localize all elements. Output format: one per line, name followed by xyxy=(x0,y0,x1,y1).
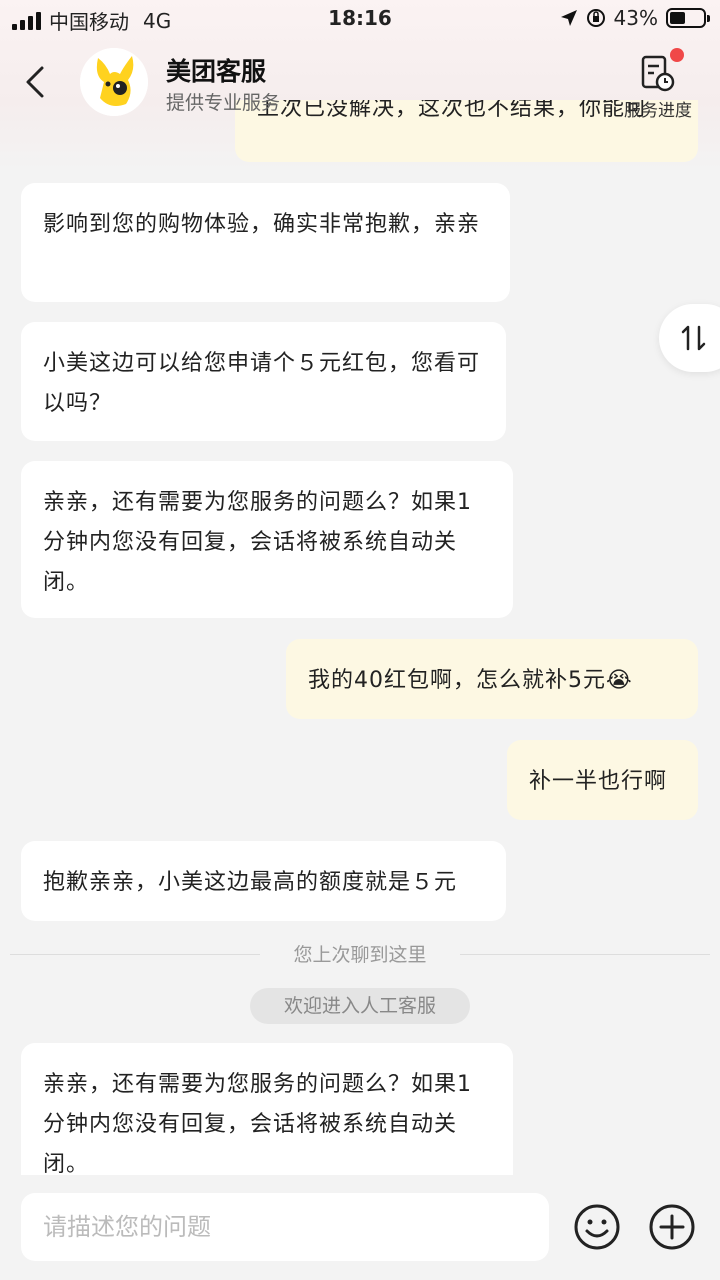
history-divider: 您上次聊到这里 xyxy=(10,940,710,970)
crying-emoji: 😭 xyxy=(606,668,633,693)
service-progress-button[interactable]: 服务进度 xyxy=(620,48,696,121)
notification-dot xyxy=(670,48,684,62)
chevron-left-icon xyxy=(26,66,44,98)
message-text: 抱歉亲亲，小美这边最高的额度就是５元 xyxy=(43,870,458,895)
page-title: 美团客服 xyxy=(166,57,267,86)
kangaroo-mascot-icon xyxy=(80,48,148,116)
page-subtitle: 提供专业服务 xyxy=(166,92,281,114)
message-agent: 抱歉亲亲，小美这边最高的额度就是５元 xyxy=(21,841,506,921)
orientation-lock-icon xyxy=(586,9,605,27)
back-button[interactable] xyxy=(18,60,58,104)
battery-icon xyxy=(666,8,710,28)
system-notice: 欢迎进入人工客服 xyxy=(250,988,470,1024)
message-text: 亲亲，还有需要为您服务的问题么？如果1分钟内您没有回复，会话将被系统自动关闭。 xyxy=(43,490,472,595)
emoji-button[interactable] xyxy=(573,1203,621,1251)
nav-header: 美团客服 提供专业服务 服务进度 xyxy=(0,40,720,130)
add-button[interactable] xyxy=(648,1203,696,1251)
message-text: 亲亲，还有需要为您服务的问题么？如果1分钟内您没有回复，会话将被系统自动关闭。 xyxy=(43,1072,472,1175)
input-bar xyxy=(0,1175,720,1280)
question-input[interactable] xyxy=(21,1193,549,1261)
service-progress-label: 服务进度 xyxy=(624,101,692,121)
up-down-arrows-icon xyxy=(681,325,706,351)
status-bar: 中国移动 4G 18:16 43% xyxy=(0,0,720,38)
message-text: 我的40红包啊，怎么就补5元 xyxy=(308,668,606,693)
message-agent: 影响到您的购物体验，确实非常抱歉，亲亲 xyxy=(21,183,510,302)
message-text: 小美这边可以给您申请个５元红包，您看可以吗？ xyxy=(43,351,481,416)
chat-area[interactable]: 上次已没解决，这次也不结果，你能可 影响到您的购物体验，确实非常抱歉，亲亲 小美… xyxy=(0,0,720,1175)
message-text: 补一半也行啊 xyxy=(529,769,668,794)
message-agent: 亲亲，还有需要为您服务的问题么？如果1分钟内您没有回复，会话将被系统自动关闭。 xyxy=(21,461,513,618)
message-agent: 亲亲，还有需要为您服务的问题么？如果1分钟内您没有回复，会话将被系统自动关闭。 xyxy=(21,1043,513,1175)
battery-percent: 43% xyxy=(613,6,658,30)
message-user: 补一半也行啊 xyxy=(507,740,698,820)
avatar[interactable] xyxy=(80,48,148,116)
message-text: 影响到您的购物体验，确实非常抱歉，亲亲 xyxy=(43,212,481,237)
sort-toggle-button[interactable] xyxy=(659,304,720,372)
message-agent: 小美这边可以给您申请个５元红包，您看可以吗？ xyxy=(21,322,506,441)
message-user: 我的40红包啊，怎么就补5元😭 xyxy=(286,639,698,719)
smiley-icon xyxy=(574,1204,620,1250)
location-icon xyxy=(560,10,577,26)
plus-circle-icon xyxy=(649,1204,695,1250)
